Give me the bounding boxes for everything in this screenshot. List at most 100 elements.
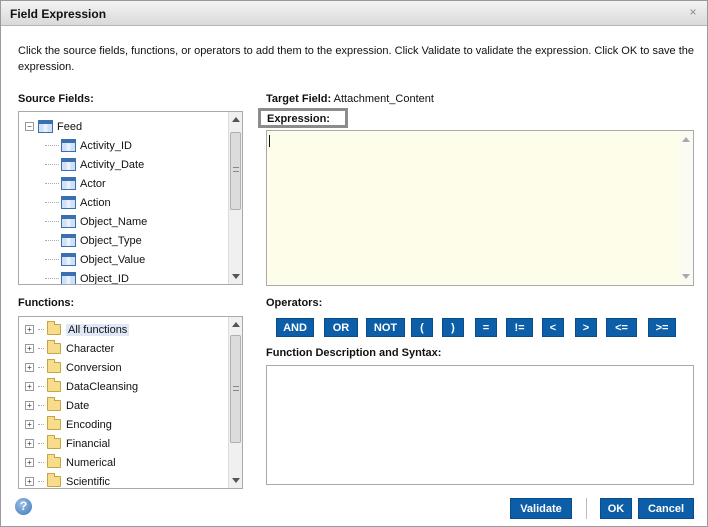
expression-label: Expression: <box>267 113 330 125</box>
scroll-up-icon[interactable] <box>682 137 690 142</box>
functions-scrollbar[interactable] <box>228 317 242 488</box>
function-category-label: All functions <box>66 323 130 336</box>
function-category-item[interactable]: + Scientific <box>25 473 110 488</box>
function-category-item[interactable]: + DataCleansing <box>25 378 138 395</box>
function-category-label: Conversion <box>66 361 122 374</box>
source-field-label: Action <box>80 196 111 209</box>
function-description-box <box>266 365 694 485</box>
field-icon <box>61 196 76 209</box>
source-field-label: Object_Value <box>80 253 146 266</box>
target-field-label: Target Field: <box>266 93 332 105</box>
source-field-item[interactable]: Activity_Date <box>61 156 144 173</box>
expand-icon[interactable]: + <box>25 401 34 410</box>
expand-icon[interactable]: + <box>25 439 34 448</box>
scroll-thumb[interactable] <box>230 132 241 210</box>
folder-icon <box>47 378 61 392</box>
source-field-item[interactable]: Action <box>61 194 111 211</box>
tree-node-feed[interactable]: − Feed <box>25 118 82 135</box>
function-category-item[interactable]: + Encoding <box>25 416 112 433</box>
function-category-item[interactable]: + All functions <box>25 321 130 338</box>
field-icon <box>61 158 76 171</box>
expand-icon[interactable]: + <box>25 344 34 353</box>
table-icon <box>38 120 53 133</box>
field-icon <box>61 253 76 266</box>
function-category-label: DataCleansing <box>66 380 139 393</box>
scroll-up-icon[interactable] <box>232 322 240 327</box>
scroll-thumb[interactable] <box>230 335 241 443</box>
function-category-item[interactable]: + Character <box>25 340 114 357</box>
target-field: Target Field: Attachment_Content <box>266 93 434 105</box>
folder-icon <box>47 435 61 449</box>
folder-icon <box>47 416 61 430</box>
instructions-text: Click the source fields, functions, or o… <box>18 45 695 73</box>
function-category-label: Financial <box>66 437 111 450</box>
source-field-item[interactable]: Object_Name <box>61 213 147 230</box>
validate-button[interactable]: Validate <box>510 498 572 519</box>
field-icon <box>61 139 76 152</box>
operator-button[interactable]: NOT <box>366 318 405 337</box>
function-category-item[interactable]: + Numerical <box>25 454 116 471</box>
expand-icon[interactable]: + <box>25 325 34 334</box>
source-fields-label: Source Fields: <box>18 93 94 105</box>
help-icon[interactable]: ? <box>15 498 32 515</box>
folder-icon <box>47 397 61 411</box>
expand-icon[interactable]: + <box>25 382 34 391</box>
operator-button[interactable]: OR <box>324 318 358 337</box>
operator-button[interactable]: != <box>506 318 533 337</box>
source-field-item[interactable]: Object_ID <box>61 270 129 284</box>
source-field-item[interactable]: Object_Type <box>61 232 142 249</box>
folder-icon <box>47 454 61 468</box>
collapse-icon[interactable]: − <box>25 122 34 131</box>
operators-label: Operators: <box>266 297 323 309</box>
functions-tree[interactable]: + All functions + Character + Conversion + Data… <box>18 316 243 489</box>
expression-label-box: Expression: <box>258 108 348 128</box>
expand-icon[interactable]: + <box>25 420 34 429</box>
tree-connector <box>45 183 59 184</box>
title-bar: Field Expression × <box>1 1 707 26</box>
function-category-item[interactable]: + Financial <box>25 435 110 452</box>
field-expression-dialog: Field Expression × Click the source fiel… <box>0 0 708 527</box>
tree-connector <box>45 278 59 279</box>
ok-button[interactable]: OK <box>600 498 632 519</box>
function-category-item[interactable]: + Date <box>25 397 89 414</box>
operator-button[interactable]: < <box>542 318 564 337</box>
cancel-button[interactable]: Cancel <box>638 498 694 519</box>
operator-button[interactable]: ) <box>442 318 464 337</box>
scroll-down-icon[interactable] <box>682 274 690 279</box>
tree-connector <box>45 259 59 260</box>
tree-connector <box>45 221 59 222</box>
tree-connector <box>45 164 59 165</box>
source-field-label: Activity_ID <box>80 139 132 152</box>
source-fields-tree[interactable]: − Feed Activity_ID Activity_Date Actor Acti… <box>18 111 243 285</box>
operator-button[interactable]: = <box>475 318 497 337</box>
operator-button[interactable]: > <box>575 318 597 337</box>
expression-textarea[interactable] <box>266 130 694 286</box>
scroll-down-icon[interactable] <box>232 478 240 483</box>
source-field-item[interactable]: Activity_ID <box>61 137 132 154</box>
operator-button[interactable]: >= <box>648 318 676 337</box>
tree-connector <box>45 145 59 146</box>
source-field-item[interactable]: Object_Value <box>61 251 145 268</box>
folder-icon <box>47 473 61 487</box>
expand-icon[interactable]: + <box>25 363 34 372</box>
function-category-item[interactable]: + Conversion <box>25 359 122 376</box>
expand-icon[interactable]: + <box>25 477 34 486</box>
tree-connector <box>45 202 59 203</box>
source-fields-scrollbar[interactable] <box>228 112 242 284</box>
source-field-label: Activity_Date <box>80 158 145 171</box>
source-field-item[interactable]: Actor <box>61 175 106 192</box>
operator-button[interactable]: ( <box>411 318 433 337</box>
operator-button[interactable]: <= <box>606 318 637 337</box>
expand-icon[interactable]: + <box>25 458 34 467</box>
scroll-down-icon[interactable] <box>232 274 240 279</box>
function-category-label: Date <box>66 399 90 412</box>
scroll-up-icon[interactable] <box>232 117 240 122</box>
function-category-label: Character <box>66 342 115 355</box>
function-category-label: Encoding <box>66 418 112 431</box>
close-icon[interactable]: × <box>686 5 700 19</box>
operator-button[interactable]: AND <box>276 318 314 337</box>
field-icon <box>61 215 76 228</box>
dialog-title: Field Expression <box>10 7 107 21</box>
expression-scrollbar[interactable] <box>679 131 693 285</box>
folder-icon <box>47 321 61 335</box>
